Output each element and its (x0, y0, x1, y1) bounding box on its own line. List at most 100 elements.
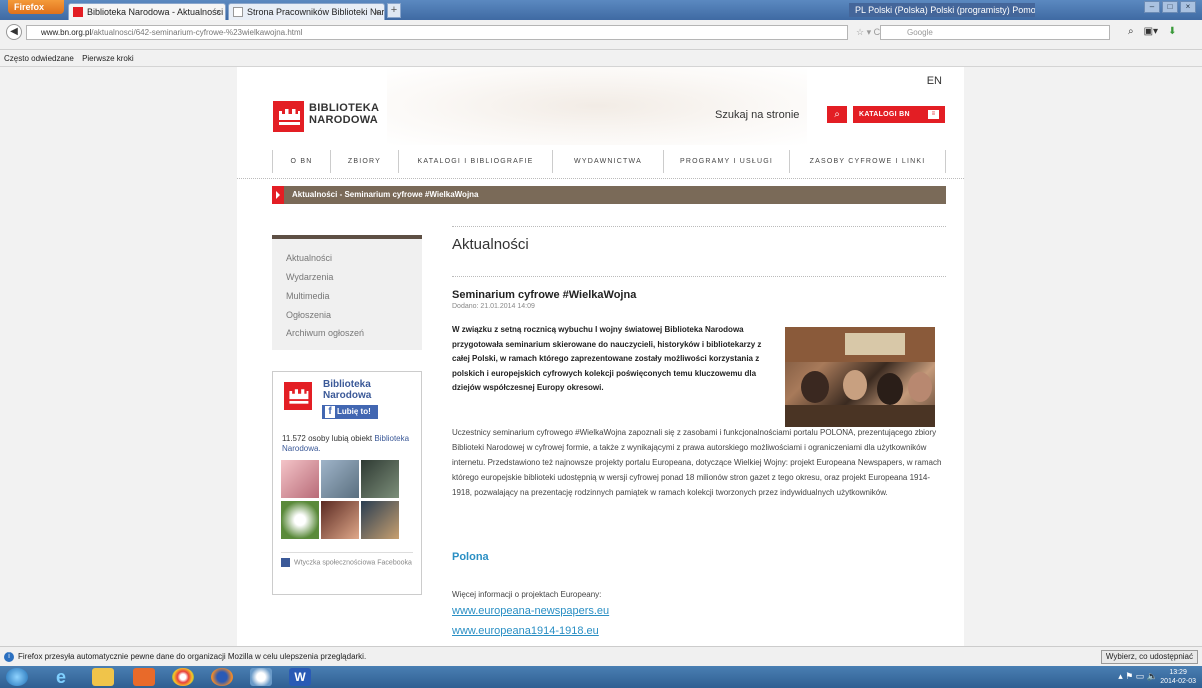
notification-text: Firefox przesyła automatycznie pewne dan… (18, 652, 367, 661)
menu-item-zasoby[interactable]: ZASOBY CYFROWE I LINKI (790, 150, 946, 173)
menu-item-programy[interactable]: PROGRAMY I USŁUGI (664, 150, 790, 173)
sidebar-item-wydarzenia[interactable]: Wydarzenia (286, 272, 333, 282)
article-photo (785, 327, 935, 427)
katalogi-bn-button[interactable]: ≡ KATALOGI BN (853, 106, 945, 123)
facebook-icon (281, 558, 290, 567)
article-title: Seminarium cyfrowe #WielkaWojna (452, 289, 637, 301)
taskbar: e W ▴ ⚑ ▭ 🔈 13:29 2014-02-03 (0, 666, 1202, 688)
europeana-1914-1918-link[interactable]: www.europeana1914-1918.eu (452, 625, 599, 637)
url-path: /aktualnosci/642-seminarium-cyfrowe-%23w… (91, 28, 303, 37)
fan-avatar[interactable] (361, 460, 399, 498)
breadcrumb-arrow-icon (272, 186, 284, 204)
sidebar-item-multimedia[interactable]: Multimedia (286, 291, 330, 301)
file-explorer-icon[interactable] (92, 668, 114, 686)
facebook-widget: BibliotekaNarodowa Lubię to! 11.572 osob… (272, 371, 422, 595)
menu-item-wydawnictwa[interactable]: WYDAWNICTWA (553, 150, 664, 173)
choose-what-to-share-button[interactable]: Wybierz, co udostępniać (1100, 650, 1198, 664)
sidebar-item-archiwum[interactable]: Archiwum ogłoszeń (286, 328, 364, 338)
polona-link[interactable]: Polona (452, 551, 489, 563)
divider (237, 178, 964, 179)
chrome-icon[interactable] (172, 668, 194, 686)
search-icon[interactable]: ⌕ (1128, 26, 1134, 37)
breadcrumb-text[interactable]: Aktualności - Seminarium cyfrowe #Wielka… (292, 190, 479, 199)
clock-time: 13:29 (1169, 669, 1187, 676)
logo-line-1: BIBLIOTEKA (309, 102, 380, 114)
clock[interactable]: 13:29 2014-02-03 (1160, 668, 1196, 686)
new-tab-button[interactable]: + (387, 3, 401, 18)
fb-page-name[interactable]: Biblioteka Narodowa (323, 379, 371, 401)
main-menu: O BN ZBIORY KATALOGI I BIBLIOGRAFIE WYDA… (272, 150, 946, 173)
language-switch-en[interactable]: EN (927, 75, 942, 87)
site-search-input[interactable]: Szukaj na stronie (715, 109, 799, 121)
back-arrow-icon[interactable]: ◀ (6, 24, 22, 40)
firefox-icon[interactable] (211, 668, 233, 686)
system-tray[interactable]: ▴ ⚑ ▭ 🔈 (1118, 671, 1158, 682)
fb-footer-text: Wtyczka społecznościowa Facebooka (294, 559, 412, 567)
bookmark-pierwsze-kroki[interactable]: Pierwsze kroki (82, 54, 134, 63)
fan-avatar[interactable] (321, 460, 359, 498)
bn-logo-icon[interactable] (284, 382, 312, 410)
camera-app-icon[interactable] (250, 668, 272, 686)
logo-line-2: NARODOWA (309, 114, 379, 126)
article-lead: W związku z setną rocznicą wybuchu I woj… (452, 325, 762, 392)
internet-explorer-icon[interactable]: e (50, 668, 72, 686)
start-button-icon[interactable] (6, 668, 28, 686)
tab-label: Strona Pracowników Biblioteki Narod... (247, 7, 385, 17)
firefox-menu-button[interactable]: Firefox (8, 0, 64, 14)
article-date: Dodano: 21.01.2014 14:09 (452, 303, 535, 310)
fb-like-button[interactable]: Lubię to! (322, 405, 378, 419)
clock-date: 2014-02-03 (1160, 678, 1196, 685)
minimize-icon[interactable]: – (1144, 1, 1160, 13)
fb-plugin-footer: Wtyczka społecznościowa Facebooka (281, 552, 413, 567)
sidebar-top-bar (272, 235, 422, 239)
sidebar-nav: Aktualności Wydarzenia Multimedia Ogłosz… (272, 235, 422, 350)
language-bar[interactable]: PL Polski (Polska) Polski (programisty) … (849, 3, 1035, 17)
menu-item-zbiory[interactable]: ZBIORY (331, 150, 399, 173)
close-tab-icon[interactable]: × (375, 4, 380, 20)
menu-item-katalogi[interactable]: KATALOGI I BIBLIOGRAFIE (399, 150, 553, 173)
close-window-icon[interactable]: × (1180, 1, 1196, 13)
fan-avatar[interactable] (361, 501, 399, 539)
bookmarks-toolbar: Często odwiedzane Pierwsze kroki (0, 51, 1202, 67)
window-controls: – □ × (1144, 1, 1196, 13)
bookmarks-menu-icon[interactable]: ▣▾ (1144, 26, 1158, 37)
katalogi-label: KATALOGI BN (859, 111, 910, 118)
divider (452, 226, 946, 227)
sidebar-item-ogloszenia[interactable]: Ogłoszenia (286, 310, 331, 320)
bookmark-star-icon[interactable]: ☆ ▾ C (856, 27, 880, 38)
fb-count-text: 11.572 osoby lubią obiekt (282, 434, 375, 443)
tab-biblioteka-aktualnosci[interactable]: Biblioteka Narodowa - Aktualności - ... … (68, 3, 226, 20)
fan-avatar[interactable] (281, 460, 319, 498)
bookmark-czesto-odwiedzane[interactable]: Często odwiedzane (4, 54, 74, 63)
tab-strona-pracownikow[interactable]: Strona Pracowników Biblioteki Narod... × (228, 3, 385, 20)
divider (452, 276, 946, 277)
address-bar[interactable]: www.bn.org.pl/aktualnosci/642-seminarium… (26, 25, 848, 40)
bn-favicon-icon (73, 7, 83, 17)
web-search-input[interactable]: Google (880, 25, 1110, 40)
site-logo-text[interactable]: BIBLIOTEKA NARODOWA (309, 102, 379, 126)
media-player-icon[interactable] (133, 668, 155, 686)
tab-label: Biblioteka Narodowa - Aktualności - ... (87, 7, 226, 17)
menu-item-o-bn[interactable]: O BN (273, 150, 331, 173)
maximize-icon[interactable]: □ (1162, 1, 1178, 13)
fan-avatar[interactable] (321, 501, 359, 539)
search-button[interactable]: ⌕ (827, 106, 847, 123)
page-favicon-icon (233, 7, 243, 17)
more-info-text: Więcej informacji o projektach Europeany… (452, 590, 602, 599)
article-body: Uczestnicy seminarium cyfrowego #WielkaW… (452, 428, 942, 497)
europeana-newspapers-link[interactable]: www.europeana-newspapers.eu (452, 605, 609, 617)
notification-bar: i Firefox przesyła automatycznie pewne d… (0, 646, 1202, 666)
bn-logo-icon[interactable] (273, 101, 304, 132)
header-manuscript-background (387, 67, 807, 145)
search-icon: ⌕ (834, 109, 840, 120)
sidebar-item-aktualnosci[interactable]: Aktualności (286, 253, 332, 263)
close-tab-icon[interactable]: × (216, 4, 221, 20)
fan-avatar[interactable] (281, 501, 319, 539)
fb-like-count: 11.572 osoby lubią obiekt Biblioteka Nar… (282, 434, 417, 454)
url-domain: www.bn.org.pl (41, 28, 92, 37)
info-icon: i (4, 652, 14, 662)
download-arrow-icon[interactable]: ⬇ (1168, 26, 1176, 37)
word-icon[interactable]: W (289, 668, 311, 686)
catalog-icon: ≡ (928, 110, 939, 119)
navigation-toolbar: ◀ www.bn.org.pl/aktualnosci/642-seminari… (0, 20, 1202, 50)
